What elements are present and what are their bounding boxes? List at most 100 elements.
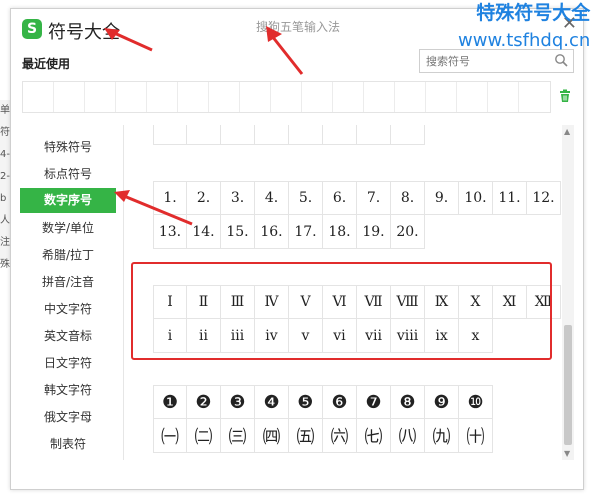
- symbol-cell[interactable]: ❾: [425, 385, 459, 419]
- recent-slot[interactable]: [240, 82, 271, 112]
- recent-slot[interactable]: [209, 82, 240, 112]
- symbol-cell[interactable]: 18.: [323, 215, 357, 249]
- symbol-cell[interactable]: ❻: [323, 385, 357, 419]
- content-scrollbar[interactable]: ▲ ▼: [562, 125, 574, 460]
- partial-symbol-grid: [153, 125, 561, 145]
- symbol-cell[interactable]: [323, 125, 357, 145]
- recent-slot[interactable]: [519, 82, 550, 112]
- recent-slot[interactable]: [116, 82, 147, 112]
- symbol-cell[interactable]: 3.: [221, 181, 255, 215]
- symbol-cell[interactable]: ㈦: [357, 419, 391, 453]
- sidebar-item[interactable]: 韩文字符: [20, 378, 116, 403]
- symbol-cell[interactable]: 9.: [425, 181, 459, 215]
- symbol-cell[interactable]: [153, 125, 187, 145]
- symbol-cell[interactable]: ❷: [187, 385, 221, 419]
- symbol-cell[interactable]: 1.: [153, 181, 187, 215]
- scroll-thumb[interactable]: [564, 325, 572, 445]
- recent-slot[interactable]: [302, 82, 333, 112]
- search-box[interactable]: [419, 49, 574, 73]
- sidebar-item[interactable]: 中文字符: [20, 297, 116, 322]
- sidebar-item[interactable]: 数字序号: [20, 188, 116, 213]
- sidebar-item[interactable]: 特殊符号: [20, 135, 116, 160]
- search-input[interactable]: [420, 50, 548, 73]
- symbol-cell[interactable]: 15.: [221, 215, 255, 249]
- symbol-cell[interactable]: ㈡: [187, 419, 221, 453]
- sidebar-item[interactable]: 数学/单位: [20, 216, 116, 241]
- sidebar-item[interactable]: 制表符: [20, 432, 116, 457]
- empty-cell: [459, 125, 493, 145]
- symbol-cell[interactable]: ㈧: [391, 419, 425, 453]
- sidebar-item[interactable]: 希腊/拉丁: [20, 243, 116, 268]
- sidebar-item[interactable]: 日文字符: [20, 351, 116, 376]
- symbol-cell[interactable]: 14.: [187, 215, 221, 249]
- empty-cell: [527, 419, 561, 453]
- symbol-cell[interactable]: ❽: [391, 385, 425, 419]
- symbol-cell[interactable]: ㈢: [221, 419, 255, 453]
- symbol-cell[interactable]: 12.: [527, 181, 561, 215]
- sidebar-item[interactable]: 俄文字母: [20, 405, 116, 430]
- symbol-cell[interactable]: ㈠: [153, 419, 187, 453]
- recent-slot[interactable]: [457, 82, 488, 112]
- recent-slot[interactable]: [54, 82, 85, 112]
- search-icon[interactable]: [554, 53, 568, 67]
- symbol-cell[interactable]: ❿: [459, 385, 493, 419]
- symbol-cell[interactable]: ❹: [255, 385, 289, 419]
- watermark-title: 特殊符号大全: [476, 2, 591, 24]
- sidebar-item[interactable]: 英文音标: [20, 324, 116, 349]
- recent-slot[interactable]: [147, 82, 178, 112]
- scroll-up-icon[interactable]: ▲: [564, 127, 570, 136]
- symbol-cell[interactable]: [289, 125, 323, 145]
- recent-slot[interactable]: [426, 82, 457, 112]
- recent-slot[interactable]: [364, 82, 395, 112]
- recent-slot[interactable]: [395, 82, 426, 112]
- symbol-cell[interactable]: ㈨: [425, 419, 459, 453]
- symbol-cell[interactable]: 13.: [153, 215, 187, 249]
- symbol-cell[interactable]: ㈤: [289, 419, 323, 453]
- app-title: 符号大全: [48, 22, 120, 43]
- trash-icon[interactable]: [558, 89, 572, 103]
- symbol-cell[interactable]: 5.: [289, 181, 323, 215]
- recent-slot[interactable]: [178, 82, 209, 112]
- app-subtitle: 搜狗五笔输入法: [256, 20, 341, 34]
- symbol-cell[interactable]: [187, 125, 221, 145]
- recent-slot[interactable]: [271, 82, 302, 112]
- symbol-window: S 符号大全 搜狗五笔输入法 ✕ 最近使用 特殊符号标点符号数字序号数学/单位希…: [10, 8, 584, 490]
- symbol-cell[interactable]: ㈣: [255, 419, 289, 453]
- sidebar-item[interactable]: 拼音/注音: [20, 270, 116, 295]
- symbol-cell[interactable]: ❶: [153, 385, 187, 419]
- empty-cell: [493, 125, 527, 145]
- recent-slot[interactable]: [333, 82, 364, 112]
- symbol-cell[interactable]: 19.: [357, 215, 391, 249]
- symbol-cell[interactable]: 11.: [493, 181, 527, 215]
- empty-cell: [527, 125, 561, 145]
- recent-slot[interactable]: [85, 82, 116, 112]
- symbol-cell[interactable]: ❺: [289, 385, 323, 419]
- highlight-box: [131, 262, 552, 360]
- symbol-cell[interactable]: 7.: [357, 181, 391, 215]
- symbol-cell[interactable]: [255, 125, 289, 145]
- symbol-cell[interactable]: 8.: [391, 181, 425, 215]
- symbol-cell[interactable]: 10.: [459, 181, 493, 215]
- empty-cell: [493, 385, 527, 419]
- recent-label: 最近使用: [22, 57, 71, 71]
- watermark: 特殊符号大全 www.tsfhdq.cn: [458, 2, 590, 52]
- symbol-cell[interactable]: [357, 125, 391, 145]
- symbol-cell[interactable]: 6.: [323, 181, 357, 215]
- symbol-cell[interactable]: 20.: [391, 215, 425, 249]
- symbol-cell[interactable]: 2.: [187, 181, 221, 215]
- sidebar-item[interactable]: 标点符号: [20, 162, 116, 187]
- symbol-cell[interactable]: 16.: [255, 215, 289, 249]
- symbol-cell[interactable]: 4.: [255, 181, 289, 215]
- symbol-cell[interactable]: [221, 125, 255, 145]
- symbol-cell[interactable]: ㈥: [323, 419, 357, 453]
- scroll-down-icon[interactable]: ▼: [564, 449, 570, 458]
- category-sidebar: 特殊符号 标点符号 数字序号数学/单位 希腊/拉丁 拼音/注音 中文字符 英文音标 日文字符韩…: [11, 125, 124, 460]
- recent-slot[interactable]: [488, 82, 519, 112]
- symbol-cell[interactable]: ㈩: [459, 419, 493, 453]
- symbol-cell[interactable]: ❸: [221, 385, 255, 419]
- symbol-cell[interactable]: [391, 125, 425, 145]
- empty-cell: [527, 215, 561, 249]
- recent-slot[interactable]: [23, 82, 54, 112]
- symbol-cell[interactable]: 17.: [289, 215, 323, 249]
- symbol-cell[interactable]: ❼: [357, 385, 391, 419]
